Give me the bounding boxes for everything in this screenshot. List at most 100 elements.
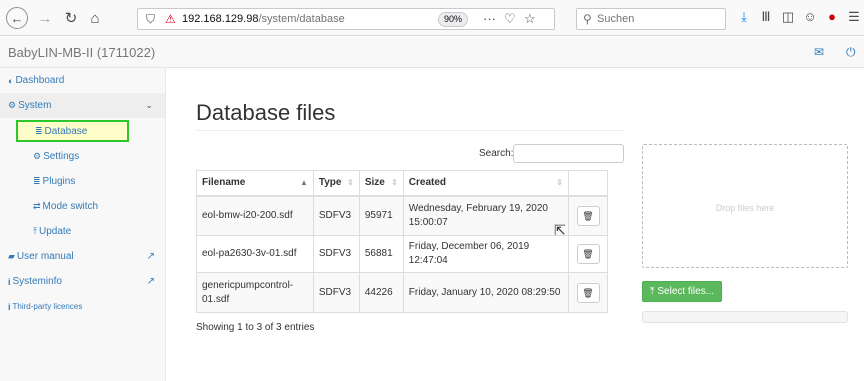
table-info: Showing 1 to 3 of 3 entries	[196, 322, 315, 333]
cogs-icon: ⚙	[33, 151, 42, 161]
sidebar-item-plugins[interactable]: ≣ Plugins	[0, 169, 165, 194]
browser-search-input[interactable]: ⚲ Suchen	[576, 8, 726, 30]
sidebar-item-label: Systeminfo	[12, 276, 62, 287]
sidebar-item-label: Database	[44, 125, 88, 137]
sidebar-item-label: User manual	[16, 251, 74, 262]
cell-actions: 🗑	[568, 272, 608, 313]
power-icon[interactable]: ⏻	[846, 45, 856, 60]
info-icon: i	[8, 301, 11, 312]
sidebar-item-settings[interactable]: ⚙ Settings	[0, 144, 165, 169]
sidebar-item-label: Third-party licences	[12, 302, 83, 311]
column-header-type[interactable]: Type ⇕	[312, 170, 360, 197]
select-files-button[interactable]: ⤒ Select files...	[642, 281, 722, 302]
sidebar-item-systeminfo[interactable]: i Systeminfo ↗	[0, 269, 165, 294]
sort-icon: ⇕	[556, 178, 563, 187]
search-icon: ⚲	[583, 12, 592, 26]
zoom-badge[interactable]: 90%	[438, 12, 468, 27]
sidebar-item-dashboard[interactable]: ◐ Dashboard	[0, 68, 165, 93]
delete-button[interactable]: 🗑	[576, 205, 600, 226]
trash-icon: 🗑	[582, 249, 594, 259]
upload-icon: ⤒	[649, 286, 655, 297]
shield-icon[interactable]: ⛉	[146, 12, 155, 27]
cell-size: 44226	[358, 272, 404, 313]
sidebar-item-label: Settings	[43, 151, 80, 162]
cell-filename: eol-bmw-i20-200.sdf	[196, 195, 314, 236]
sort-asc-icon: ▲	[299, 178, 308, 187]
ublock-icon[interactable]: ●	[824, 9, 840, 24]
sidebar-item-user-manual[interactable]: ▰ User manual ↗	[0, 244, 165, 269]
dropzone-label: Drop files here	[715, 203, 775, 213]
cogs-icon: ⚙	[8, 100, 17, 110]
column-header-size[interactable]: Size ⇕	[358, 170, 404, 197]
column-label: Filename	[202, 177, 246, 189]
select-files-label: Select files...	[657, 286, 715, 297]
mouse-cursor-icon: ⇱	[554, 222, 566, 238]
table-search-input[interactable]	[513, 144, 624, 163]
url-text[interactable]: 192.168.129.98/system/database	[182, 13, 345, 25]
table-row: genericpumpcontrol-01.sdf SDFV3 44226 Fr…	[196, 272, 608, 313]
sidebar-item-third-party-licences[interactable]: i Third-party licences	[0, 294, 165, 319]
files-table: Filename ▲ Type ⇕ Size ⇕ Created ⇕ eol-bmw-i…	[196, 170, 608, 313]
upload-icon: ⤒	[33, 226, 37, 236]
app-header: BabyLIN-MB-II (1711022) ✉ ⏻	[0, 37, 864, 68]
dashboard-icon: ◐	[8, 75, 14, 86]
cell-type: SDFV3	[312, 235, 360, 273]
library-icon[interactable]: Ⅲ	[758, 9, 774, 25]
sidebar: ◐ Dashboard ⚙ System ⌄ ≣ Database ⚙ Sett…	[0, 68, 166, 381]
url-bar[interactable]: ⛉ ⚠ 192.168.129.98/system/database 90% ·…	[137, 8, 555, 30]
reload-icon[interactable]: ↻	[62, 8, 80, 28]
cell-actions: 🗑	[568, 235, 608, 273]
sidebar-item-update[interactable]: ⤒ Update	[0, 219, 165, 244]
delete-button[interactable]: 🗑	[576, 244, 600, 264]
brand-title[interactable]: BabyLIN-MB-II (1711022)	[8, 45, 155, 60]
book-icon: ▰	[8, 251, 15, 261]
trash-icon: 🗑	[582, 287, 594, 298]
menu-icon[interactable]: ☰	[846, 9, 862, 25]
column-header-created[interactable]: Created ⇕	[402, 170, 570, 197]
table-header-row: Filename ▲ Type ⇕ Size ⇕ Created ⇕	[196, 170, 608, 197]
table-search-label: Search:	[479, 148, 514, 159]
cell-created: Friday, January 10, 2020 08:29:50	[402, 272, 570, 313]
download-icon[interactable]: ⤓	[736, 9, 752, 25]
cell-type: SDFV3	[312, 272, 360, 313]
page-title: Database files	[196, 100, 336, 125]
back-icon[interactable]: ←	[6, 7, 28, 29]
delete-button[interactable]: 🗑	[576, 282, 600, 303]
cell-size: 56881	[358, 235, 404, 273]
exchange-icon: ⇄	[33, 201, 41, 211]
sidebar-item-mode-switch[interactable]: ⇄ Mode switch	[0, 194, 165, 219]
upload-progress-bar	[642, 311, 848, 323]
pocket-icon[interactable]: ♡	[504, 11, 516, 27]
forward-icon[interactable]: →	[36, 8, 54, 28]
sidebar-item-database[interactable]: ≣ Database	[16, 120, 129, 142]
url-host: 192.168.129.98	[182, 13, 259, 25]
more-icon[interactable]: ···	[483, 11, 496, 26]
cell-filename: eol-pa2630-3v-01.sdf	[196, 235, 314, 273]
list-icon: ≣	[33, 176, 41, 186]
column-header-filename[interactable]: Filename ▲	[196, 170, 314, 197]
bookmark-star-icon[interactable]: ☆	[524, 11, 536, 27]
external-link-icon: ↗	[146, 251, 155, 262]
sidebar-item-label: Mode switch	[42, 201, 99, 212]
sidebar-item-label: System	[18, 100, 52, 111]
account-icon[interactable]: ☺	[802, 9, 818, 24]
insecure-lock-icon[interactable]: ⚠	[165, 12, 176, 26]
info-icon: i	[8, 276, 11, 287]
sidebar-icon[interactable]: ◫	[780, 9, 796, 25]
table-row: eol-pa2630-3v-01.sdf SDFV3 56881 Friday,…	[196, 235, 608, 273]
sidebar-item-label: Dashboard	[15, 75, 65, 86]
file-dropzone[interactable]: Drop files here	[642, 144, 848, 268]
sort-icon: ⇕	[347, 178, 354, 187]
browser-search-placeholder: Suchen	[597, 13, 635, 25]
title-divider	[196, 130, 624, 131]
column-label: Type	[318, 177, 342, 189]
column-header-actions	[568, 170, 608, 197]
trash-icon: 🗑	[582, 210, 594, 221]
column-label: Created	[408, 177, 447, 189]
home-icon[interactable]: ⌂	[86, 8, 104, 28]
url-path: /system/database	[258, 13, 345, 25]
column-label: Size	[364, 177, 385, 189]
mail-icon[interactable]: ✉	[814, 45, 824, 59]
sidebar-item-system[interactable]: ⚙ System ⌄	[0, 93, 165, 118]
database-icon: ≣	[35, 125, 43, 136]
